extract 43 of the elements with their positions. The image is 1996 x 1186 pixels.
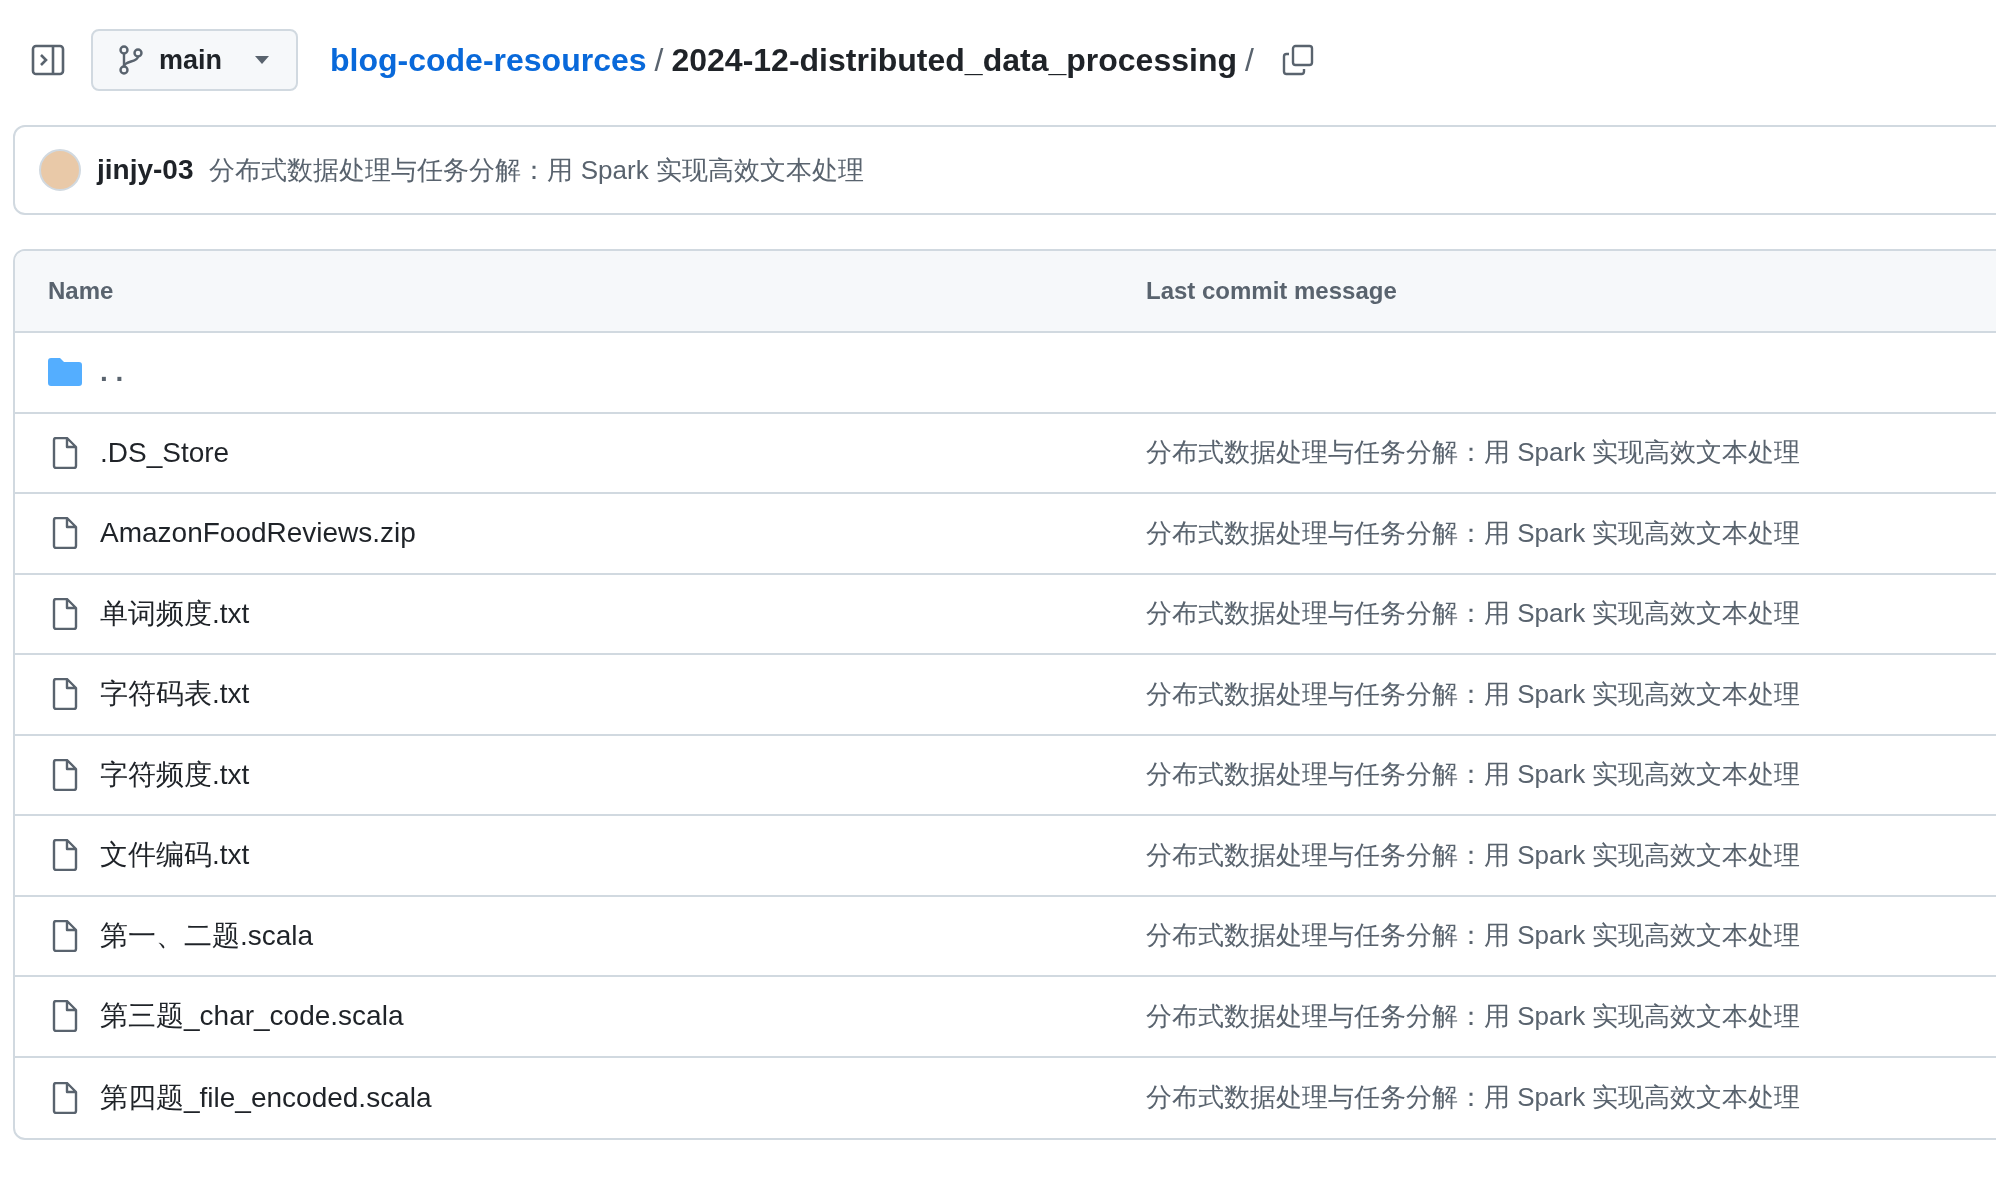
commit-message-cell[interactable]: 分布式数据处理与任务分解：用 Spark 实现高效文本处理 [1146,1078,1801,1118]
repo-link[interactable]: blog-code-resources [330,36,647,84]
avatar [39,149,81,191]
file-icon [52,839,78,872]
file-icon [52,1081,78,1114]
file-link[interactable]: .DS_Store [100,431,230,474]
commit-message[interactable]: 分布式数据处理与任务分解：用 Spark 实现高效文本处理 [209,150,864,190]
file-icon [52,758,78,791]
caret-icon [254,55,271,65]
current-folder: 2024-12-distributed_data_processing [671,41,1237,80]
file-link[interactable]: 第三题_char_code.scala [100,995,404,1038]
copy-icon [1281,44,1314,76]
file-link[interactable]: 字符码表.txt [100,673,250,716]
parent-folder-link[interactable]: . . [100,351,124,394]
commit-message-cell[interactable]: 分布式数据处理与任务分解：用 Spark 实现高效文本处理 [1146,835,1801,875]
file-link[interactable]: 文件编码.txt [100,834,250,877]
branch-icon [119,45,143,75]
file-link[interactable]: 字符频度.txt [100,753,250,796]
commit-message-cell[interactable]: 分布式数据处理与任务分解：用 Spark 实现高效文本处理 [1146,996,1801,1036]
side-panel-icon [31,44,65,76]
column-header: Name [48,276,115,306]
file-icon [52,436,78,469]
commit-message-cell[interactable]: 分布式数据处理与任务分解：用 Spark 实现高效文本处理 [1146,433,1801,473]
file-link[interactable]: 单词频度.txt [100,592,250,635]
path-separator: / [654,41,664,80]
commit-message-cell[interactable]: 分布式数据处理与任务分解：用 Spark 实现高效文本处理 [1146,513,1801,553]
commit-author[interactable]: jinjy-03 [97,149,194,191]
commit-message-cell[interactable]: 分布式数据处理与任务分解：用 Spark 实现高效文本处理 [1146,916,1801,956]
commit-message-cell[interactable]: 分布式数据处理与任务分解：用 Spark 实现高效文本处理 [1146,755,1801,795]
column-header: Last commit message [1146,276,1397,306]
file-icon [52,1000,78,1033]
folder-icon [48,358,82,387]
file-icon [52,919,78,952]
commit-message-cell[interactable]: 分布式数据处理与任务分解：用 Spark 实现高效文本处理 [1146,674,1801,714]
file-icon [52,517,78,550]
file-icon [52,597,78,630]
commit-message-cell[interactable]: 分布式数据处理与任务分解：用 Spark 实现高效文本处理 [1146,594,1801,634]
branch-button[interactable]: main [91,29,299,91]
path-separator: / [1244,41,1254,80]
file-link[interactable]: AmazonFoodReviews.zip [100,512,416,555]
file-link[interactable]: 第一、二题.scala [100,914,314,957]
file-icon [52,678,78,711]
file-link[interactable]: 第四题_file_encoded.scala [100,1076,432,1119]
